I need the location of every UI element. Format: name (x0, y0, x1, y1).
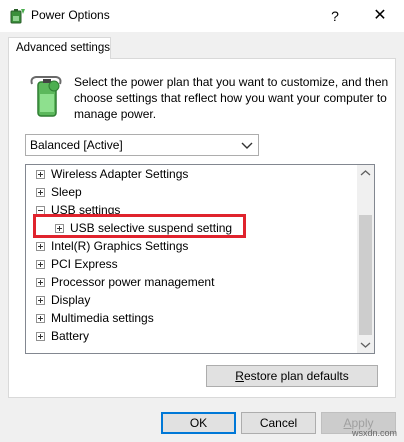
tree-item-wireless[interactable]: Wireless Adapter Settings (36, 165, 188, 183)
tree-item-usb-settings[interactable]: USB settings (36, 201, 120, 219)
tree-item-intel-graphics[interactable]: Intel(R) Graphics Settings (36, 237, 188, 255)
expand-icon[interactable] (36, 170, 45, 179)
scrollbar-thumb[interactable] (359, 215, 372, 335)
window-title: Power Options (31, 8, 110, 22)
selected-plan: Balanced [Active] (30, 138, 123, 152)
cancel-button[interactable]: Cancel (241, 412, 316, 434)
expand-icon[interactable] (36, 242, 45, 251)
expand-icon[interactable] (36, 314, 45, 323)
battery-icon (30, 76, 62, 117)
tree-item-processor[interactable]: Processor power management (36, 273, 214, 291)
chevron-down-icon (241, 142, 253, 149)
expand-icon[interactable] (36, 278, 45, 287)
tree-item-sleep[interactable]: Sleep (36, 183, 82, 201)
title-bar: Power Options ? ✕ (0, 0, 404, 32)
expand-icon[interactable] (36, 332, 45, 341)
watermark: wsxdn.com (352, 428, 398, 438)
tree-item-multimedia[interactable]: Multimedia settings (36, 309, 154, 327)
description-text: Select the power plan that you want to c… (74, 75, 389, 121)
expand-icon[interactable] (36, 188, 45, 197)
ok-button[interactable]: OK (161, 412, 236, 434)
expand-icon[interactable] (36, 260, 45, 269)
expand-icon[interactable] (36, 296, 45, 305)
tree-item-battery[interactable]: Battery (36, 327, 89, 345)
close-button[interactable]: ✕ (366, 4, 394, 28)
scroll-up-icon[interactable] (357, 165, 374, 182)
scroll-down-icon[interactable] (357, 336, 374, 353)
collapse-icon[interactable] (36, 206, 45, 215)
power-options-icon (10, 9, 25, 24)
tree-scrollbar[interactable] (357, 165, 374, 353)
help-button[interactable]: ? (322, 4, 348, 28)
power-plan-dropdown[interactable]: Balanced [Active] (25, 134, 259, 156)
settings-tree[interactable]: Wireless Adapter Settings Sleep USB sett… (25, 164, 375, 354)
tree-item-pci-express[interactable]: PCI Express (36, 255, 118, 273)
restore-defaults-button[interactable]: Restore plan defaults (206, 365, 378, 387)
tab-advanced-settings[interactable]: Advanced settings (8, 37, 111, 59)
tree-item-usb-selective-suspend[interactable]: USB selective suspend setting (55, 219, 232, 237)
expand-icon[interactable] (55, 224, 64, 233)
tree-item-display[interactable]: Display (36, 291, 90, 309)
